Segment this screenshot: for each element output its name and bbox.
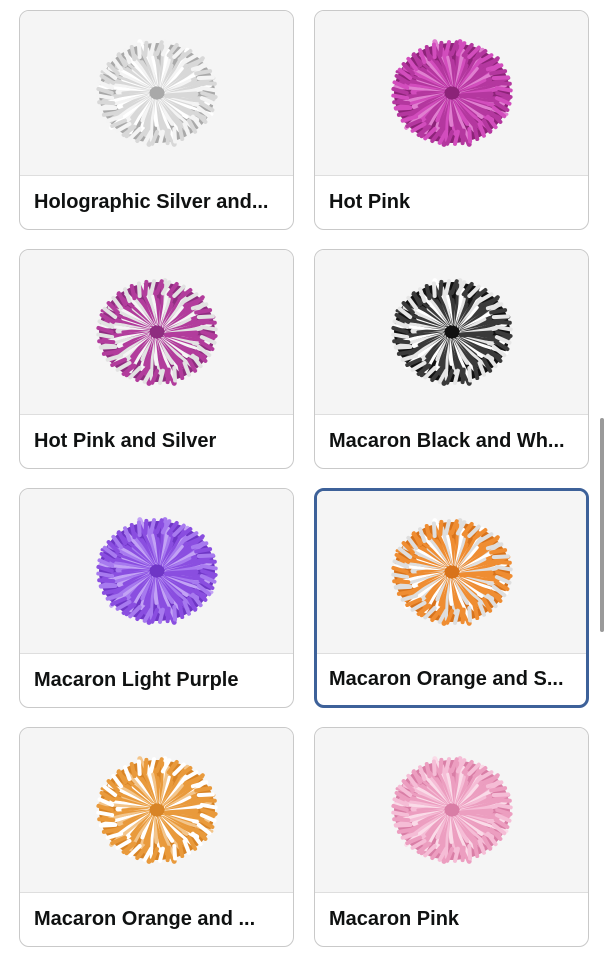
swatch-image	[315, 728, 588, 893]
scrollbar[interactable]	[600, 418, 604, 632]
silver-pom-pom-icon	[95, 39, 218, 147]
swatch-label: Holographic Silver and...	[34, 191, 269, 213]
swatch-label-row: Macaron Orange and ...	[20, 893, 293, 946]
swatch-label: Hot Pink	[329, 191, 411, 213]
swatch-label: Macaron Pink	[329, 908, 460, 930]
macaron-pink-pom-pom-icon	[390, 756, 513, 864]
swatch-image	[20, 728, 293, 893]
swatch-label: Macaron Black and Wh...	[329, 430, 565, 452]
swatch-option[interactable]: Hot Pink	[314, 10, 589, 230]
swatch-label-row: Macaron Black and Wh...	[315, 415, 588, 468]
swatch-label: Macaron Light Purple	[34, 669, 239, 691]
swatch-image	[20, 11, 293, 176]
swatch-image	[315, 11, 588, 176]
swatch-label: Macaron Orange and S...	[329, 668, 564, 690]
orange-silver-pom-pom-icon	[390, 518, 513, 626]
swatch-option[interactable]: Hot Pink and Silver	[19, 249, 294, 469]
swatch-image	[20, 250, 293, 415]
swatch-label-row: Hot Pink	[315, 176, 588, 229]
swatch-grid: Holographic Silver and... Hot Pink Hot Pin…	[19, 10, 589, 947]
swatch-label-row: Hot Pink and Silver	[20, 415, 293, 468]
swatch-option[interactable]: Macaron Pink	[314, 727, 589, 947]
orange-white-pom-pom-icon	[95, 756, 218, 864]
swatch-option[interactable]: Macaron Orange and S...	[314, 488, 589, 708]
black-white-pom-pom-icon	[390, 278, 513, 386]
swatch-image	[317, 491, 586, 654]
swatch-image	[315, 250, 588, 415]
light-purple-pom-pom-icon	[95, 517, 218, 625]
swatch-label-row: Macaron Light Purple	[20, 654, 293, 707]
hot-pink-pom-pom-icon	[390, 39, 513, 147]
swatch-option[interactable]: Macaron Orange and ...	[19, 727, 294, 947]
swatch-image	[20, 489, 293, 654]
hot-pink-silver-pom-pom-icon	[95, 278, 218, 386]
swatch-label-row: Macaron Pink	[315, 893, 588, 946]
swatch-option[interactable]: Holographic Silver and...	[19, 10, 294, 230]
swatch-label-row: Holographic Silver and...	[20, 176, 293, 229]
swatch-option[interactable]: Macaron Black and Wh...	[314, 249, 589, 469]
swatch-label-row: Macaron Orange and S...	[317, 654, 586, 705]
swatch-label: Macaron Orange and ...	[34, 908, 256, 930]
swatch-label: Hot Pink and Silver	[34, 430, 217, 452]
swatch-option[interactable]: Macaron Light Purple	[19, 488, 294, 708]
